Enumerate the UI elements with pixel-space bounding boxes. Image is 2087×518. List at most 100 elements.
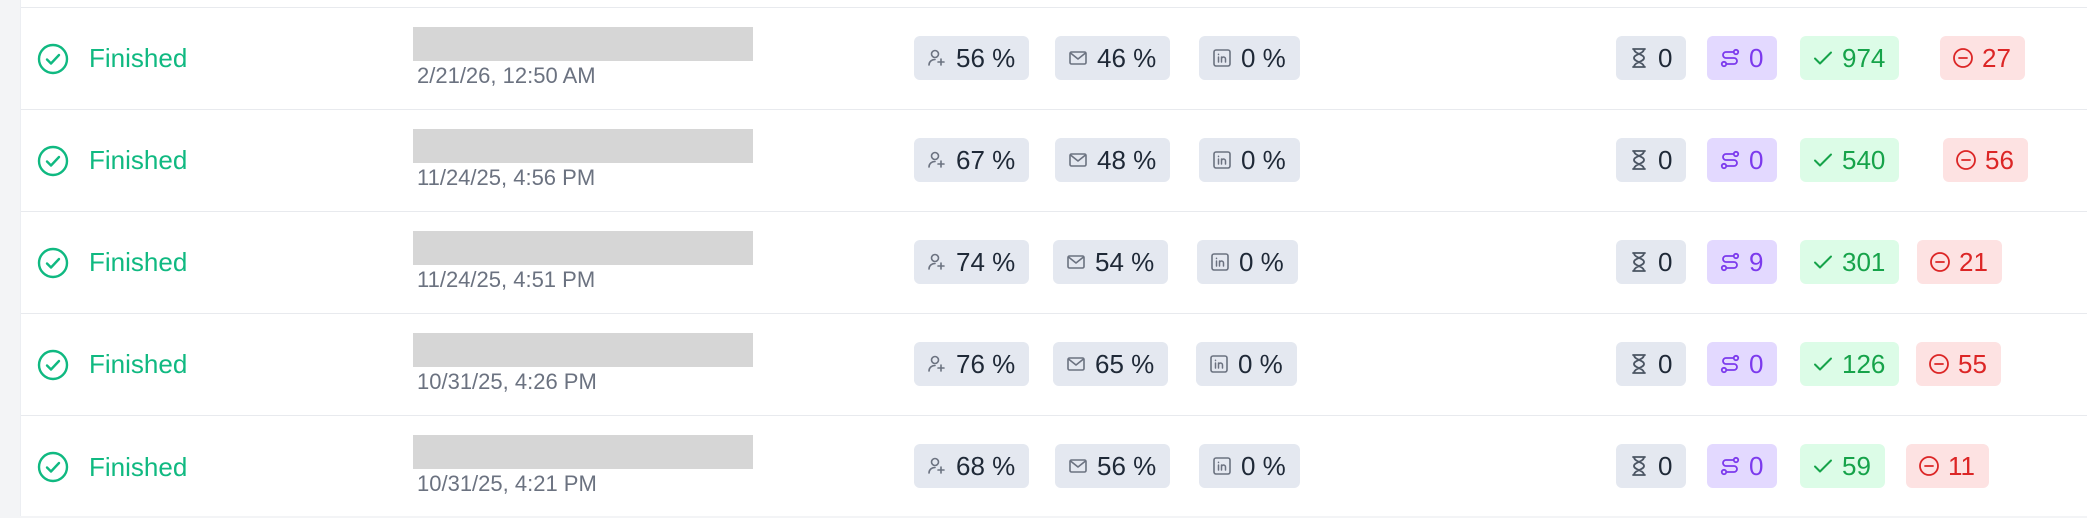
linkedin-icon: [1211, 455, 1233, 477]
completed-count: 974: [1842, 42, 1886, 73]
leads-percent-badge: 74 %: [914, 240, 1030, 284]
email-percent-badge: 48 %: [1055, 138, 1171, 182]
route-icon: [1719, 149, 1741, 171]
check-icon: [1812, 353, 1834, 375]
hourglass-icon: [1628, 353, 1650, 375]
email-percent-badge: 54 %: [1053, 240, 1169, 284]
minus-circle-icon: [1928, 353, 1950, 375]
table-row[interactable]: Finished 11/24/25, 4:51 PM 74 % 54 % 0 %…: [21, 212, 2087, 314]
in-progress-badge: 0: [1707, 342, 1778, 386]
user-plus-icon: [926, 149, 948, 171]
waiting-count: 0: [1658, 348, 1673, 379]
in-progress-count: 9: [1749, 246, 1764, 277]
leads-percent-value: 68 %: [956, 450, 1016, 481]
check-circle-icon: [37, 247, 69, 279]
linkedin-percent-value: 0 %: [1241, 450, 1286, 481]
campaign-date: 11/24/25, 4:56 PM: [417, 165, 596, 190]
leads-percent-badge: 67 %: [914, 138, 1030, 182]
failed-badge: 27: [1940, 36, 2025, 80]
route-icon: [1719, 455, 1741, 477]
status-cell: Finished: [37, 212, 187, 313]
status-label: Finished: [89, 349, 188, 379]
failed-badge: 55: [1916, 342, 2001, 386]
mail-icon: [1067, 455, 1089, 477]
in-progress-badge: 0: [1707, 36, 1778, 80]
linkedin-percent-badge: 0 %: [1197, 240, 1298, 284]
status-label: Finished: [89, 247, 188, 277]
linkedin-percent-value: 0 %: [1241, 144, 1286, 175]
waiting-badge: 0: [1616, 138, 1687, 182]
table-row[interactable]: Finished 2/21/26, 12:50 AM 56 % 46 % 0 %…: [21, 8, 2087, 110]
leads-percent-badge: 56 %: [914, 36, 1030, 80]
leads-percent-badge: 76 %: [914, 342, 1030, 386]
check-circle-icon: [37, 349, 69, 381]
email-percent-badge: 56 %: [1055, 444, 1171, 488]
campaign-name-redacted[interactable]: [413, 27, 753, 61]
hourglass-icon: [1628, 251, 1650, 273]
table-row[interactable]: Finished 10/31/25, 4:26 PM 76 % 65 % 0 %…: [21, 314, 2087, 416]
campaign-date: 10/31/25, 4:21 PM: [417, 471, 597, 496]
campaign-name-redacted[interactable]: [413, 231, 753, 265]
mail-icon: [1065, 353, 1087, 375]
failed-count: 21: [1959, 246, 1988, 277]
linkedin-percent-badge: 0 %: [1199, 138, 1300, 182]
waiting-badge: 0: [1616, 444, 1687, 488]
linkedin-percent-badge: 0 %: [1199, 444, 1300, 488]
minus-circle-icon: [1929, 251, 1951, 273]
campaign-name-redacted[interactable]: [413, 333, 753, 367]
leads-percent-badge: 68 %: [914, 444, 1030, 488]
check-icon: [1812, 455, 1834, 477]
linkedin-percent-value: 0 %: [1241, 42, 1286, 73]
minus-circle-icon: [1952, 47, 1974, 69]
in-progress-count: 0: [1749, 144, 1764, 175]
failed-count: 11: [1948, 450, 1975, 481]
campaign-name-redacted[interactable]: [413, 435, 753, 469]
campaign-info: 2/21/26, 12:50 AM: [413, 27, 753, 89]
table-row[interactable]: Finished 10/31/25, 4:21 PM 68 % 56 % 0 %…: [21, 416, 2087, 518]
failed-count: 55: [1958, 348, 1987, 379]
in-progress-badge: 0: [1707, 444, 1778, 488]
campaign-name-redacted[interactable]: [413, 129, 753, 163]
mail-icon: [1065, 251, 1087, 273]
waiting-count: 0: [1658, 450, 1673, 481]
failed-badge: 21: [1917, 240, 2002, 284]
table-row[interactable]: Finished 11/24/25, 4:56 PM 67 % 48 % 0 %…: [21, 110, 2087, 212]
leads-percent-value: 67 %: [956, 144, 1016, 175]
email-percent-badge: 46 %: [1055, 36, 1171, 80]
in-progress-count: 0: [1749, 450, 1764, 481]
waiting-count: 0: [1658, 144, 1673, 175]
campaign-info: 11/24/25, 4:56 PM: [413, 129, 753, 191]
check-icon: [1812, 149, 1834, 171]
completed-badge: 126: [1800, 342, 1900, 386]
leads-percent-value: 74 %: [956, 246, 1016, 277]
linkedin-percent-badge: 0 %: [1199, 36, 1300, 80]
completed-count: 301: [1842, 246, 1886, 277]
email-percent-value: 65 %: [1095, 348, 1155, 379]
in-progress-count: 0: [1749, 42, 1764, 73]
email-percent-value: 56 %: [1097, 450, 1157, 481]
campaign-info: 10/31/25, 4:26 PM: [413, 333, 753, 395]
completed-badge: 301: [1800, 240, 1900, 284]
check-circle-icon: [37, 145, 69, 177]
waiting-badge: 0: [1616, 36, 1687, 80]
linkedin-percent-value: 0 %: [1239, 246, 1284, 277]
campaign-list: Finished 2/21/26, 12:50 AM 56 % 46 % 0 %…: [20, 0, 2087, 516]
check-icon: [1812, 47, 1834, 69]
email-percent-badge: 65 %: [1053, 342, 1169, 386]
hourglass-icon: [1628, 455, 1650, 477]
completed-badge: 540: [1800, 138, 1900, 182]
status-label: Finished: [89, 451, 188, 482]
mail-icon: [1067, 149, 1089, 171]
failed-count: 56: [1985, 144, 2014, 175]
waiting-badge: 0: [1616, 342, 1687, 386]
user-plus-icon: [926, 251, 948, 273]
email-percent-value: 46 %: [1097, 42, 1157, 73]
waiting-count: 0: [1658, 246, 1673, 277]
email-percent-value: 48 %: [1097, 144, 1157, 175]
waiting-badge: 0: [1616, 240, 1687, 284]
user-plus-icon: [926, 455, 948, 477]
campaign-info: 10/31/25, 4:21 PM: [413, 435, 753, 497]
user-plus-icon: [926, 47, 948, 69]
email-percent-value: 54 %: [1095, 246, 1155, 277]
completed-count: 540: [1842, 144, 1886, 175]
